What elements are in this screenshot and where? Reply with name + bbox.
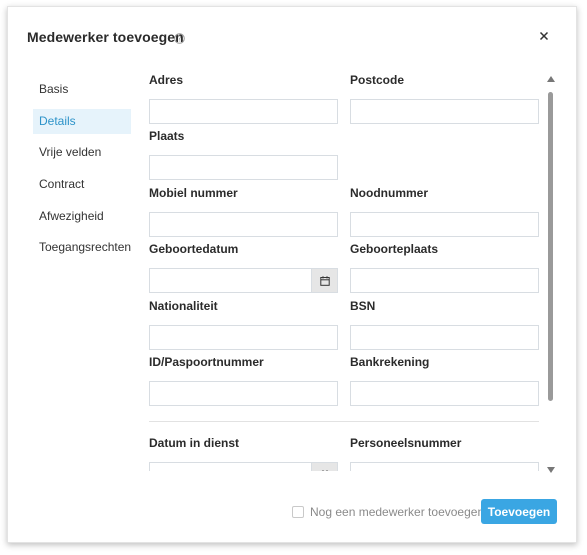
mobiel-label: Mobiel nummer xyxy=(149,186,238,200)
geboorteplaats-input[interactable] xyxy=(350,268,539,293)
datum-in-dienst-field: Datum in dienst xyxy=(149,436,339,471)
calendar-icon xyxy=(319,275,330,286)
nav-item-vrije-velden[interactable]: Vrije velden xyxy=(33,140,131,165)
dialog-title: Medewerker toevoegen xyxy=(27,29,184,45)
submit-button[interactable]: Toevoegen xyxy=(481,499,557,524)
calendar-icon xyxy=(319,469,330,471)
bsn-input[interactable] xyxy=(350,325,539,350)
add-employee-dialog: Medewerker toevoegen ? Basis Details Vri… xyxy=(7,6,577,543)
nationaliteit-field: Nationaliteit xyxy=(149,299,339,350)
bankrekening-label: Bankrekening xyxy=(350,355,430,369)
postcode-input[interactable] xyxy=(350,99,539,124)
close-button[interactable] xyxy=(534,26,554,46)
geboorteplaats-field: Geboorteplaats xyxy=(350,242,539,293)
bankrekening-input[interactable] xyxy=(350,381,539,406)
scroll-up-arrow-icon[interactable] xyxy=(547,76,555,82)
plaats-field: Plaats xyxy=(149,129,339,180)
postcode-label: Postcode xyxy=(350,73,405,87)
section-divider xyxy=(149,421,539,422)
add-another-label[interactable]: Nog een medewerker toevoegen xyxy=(310,505,484,519)
scroll-down-arrow-icon[interactable] xyxy=(547,467,555,473)
personeelsnummer-label: Personeelsnummer xyxy=(350,436,462,450)
mobiel-input[interactable] xyxy=(149,212,338,237)
personeelsnummer-input[interactable] xyxy=(350,462,539,471)
adres-label: Adres xyxy=(149,73,184,87)
mobiel-field: Mobiel nummer xyxy=(149,186,339,237)
geboorteplaats-label: Geboorteplaats xyxy=(350,242,439,256)
svg-text:?: ? xyxy=(178,34,182,43)
nav-item-toegangsrechten[interactable]: Toegangsrechten xyxy=(33,235,131,260)
close-icon xyxy=(539,31,549,41)
bankrekening-field: Bankrekening xyxy=(350,355,539,406)
id-nummer-input[interactable] xyxy=(149,381,338,406)
plaats-label: Plaats xyxy=(149,129,185,143)
adres-input[interactable] xyxy=(149,99,338,124)
postcode-field: Postcode xyxy=(350,73,539,124)
nav-item-afwezigheid[interactable]: Afwezigheid xyxy=(33,204,131,229)
datum-in-dienst-calendar-button[interactable] xyxy=(311,462,338,471)
plaats-input[interactable] xyxy=(149,155,338,180)
add-another-checkbox[interactable] xyxy=(292,506,304,518)
geboortedatum-calendar-button[interactable] xyxy=(311,268,338,293)
add-another-checkbox-row[interactable]: Nog een medewerker toevoegen xyxy=(292,505,484,519)
bsn-field: BSN xyxy=(350,299,539,350)
noodnummer-label: Noodnummer xyxy=(350,186,428,200)
adres-field: Adres xyxy=(149,73,339,124)
personeelsnummer-field: Personeelsnummer xyxy=(350,436,539,471)
nationaliteit-label: Nationaliteit xyxy=(149,299,218,313)
geboortedatum-label: Geboortedatum xyxy=(149,242,239,256)
geboortedatum-input[interactable] xyxy=(149,268,338,293)
bsn-label: BSN xyxy=(350,299,376,313)
id-nummer-label: ID/Paspoortnummer xyxy=(149,355,264,369)
sidebar-nav: Basis Details Vrije velden Contract Afwe… xyxy=(33,77,131,267)
nav-item-contract[interactable]: Contract xyxy=(33,172,131,197)
id-nummer-field: ID/Paspoortnummer xyxy=(149,355,339,406)
datum-in-dienst-input[interactable] xyxy=(149,462,338,471)
nav-item-details[interactable]: Details xyxy=(33,108,131,134)
nav-item-basis[interactable]: Basis xyxy=(33,77,131,102)
form-scrollbar[interactable] xyxy=(546,75,556,478)
question-circle-icon[interactable]: ? xyxy=(174,31,185,44)
scrollbar-thumb[interactable] xyxy=(548,92,553,401)
nationaliteit-input[interactable] xyxy=(149,325,338,350)
details-form: Adres Postcode Plaats Mobiel nummer Nood… xyxy=(149,69,539,471)
noodnummer-field: Noodnummer xyxy=(350,186,539,237)
noodnummer-input[interactable] xyxy=(350,212,539,237)
geboortedatum-field: Geboortedatum xyxy=(149,242,339,293)
datum-in-dienst-label: Datum in dienst xyxy=(149,436,240,450)
